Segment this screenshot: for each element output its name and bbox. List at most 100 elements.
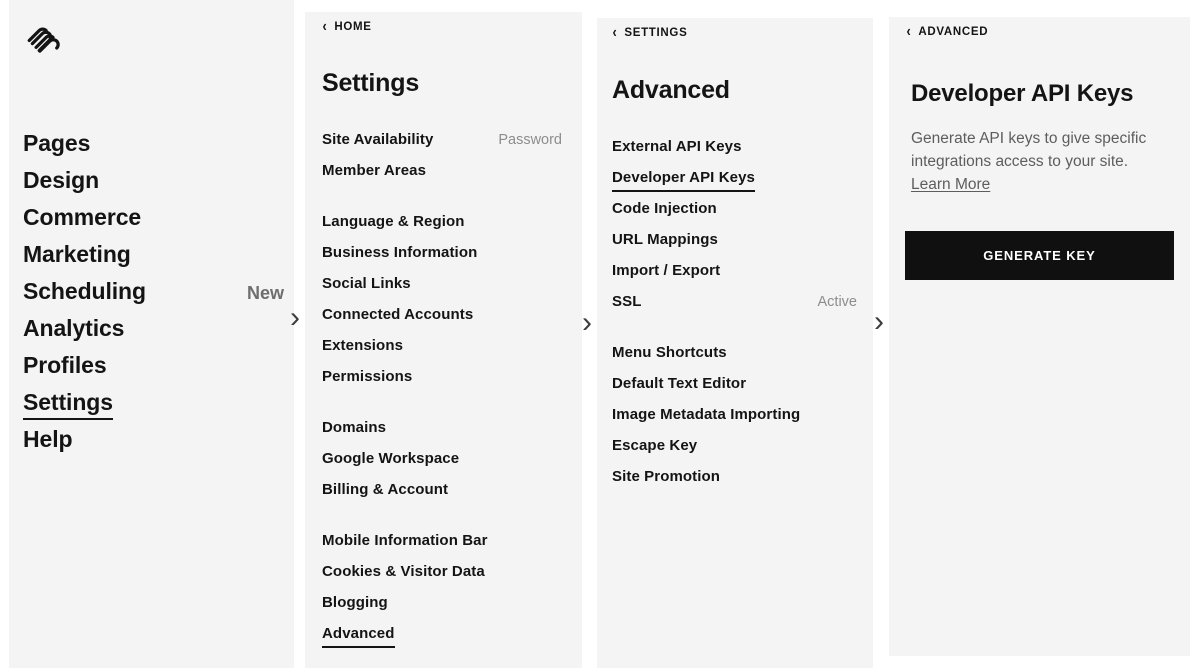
menu-item-external-api-keys[interactable]: External API Keys [612, 136, 857, 167]
menu-item-status: Password [498, 132, 562, 148]
menu-item-escape-key[interactable]: Escape Key [612, 435, 857, 466]
menu-item-label: Site Availability [322, 131, 434, 148]
menu-item-advanced[interactable]: Advanced [322, 623, 562, 654]
chevron-right-icon: › [582, 306, 592, 339]
menu-item-language-region[interactable]: Language & Region [322, 211, 562, 242]
chevron-left-icon: ‹ [612, 24, 617, 41]
panel-description-text: Generate API keys to give specific integ… [911, 130, 1147, 170]
sidebar-item-label: Commerce [23, 204, 142, 230]
page-title: Developer API Keys [911, 80, 1134, 107]
sidebar-item-settings[interactable]: Settings [23, 387, 288, 424]
chevron-right-icon: › [290, 301, 300, 334]
menu-item-import-export[interactable]: Import / Export [612, 260, 857, 291]
panel-description: Generate API keys to give specific integ… [911, 127, 1169, 196]
menu-item-permissions[interactable]: Permissions [322, 366, 562, 397]
learn-more-link[interactable]: Learn More [911, 176, 990, 193]
menu-item-label: Default Text Editor [612, 375, 747, 392]
menu-item-label: Mobile Information Bar [322, 532, 488, 549]
settings-menu-list: Site Availability Password Member Areas … [322, 129, 562, 654]
sidebar-item-commerce[interactable]: Commerce [23, 202, 288, 239]
back-link-label: HOME [334, 21, 372, 33]
menu-item-label: Blogging [322, 594, 388, 611]
menu-item-label: SSL [612, 293, 642, 310]
menu-item-label: Image Metadata Importing [612, 406, 801, 423]
menu-item-domains[interactable]: Domains [322, 417, 562, 448]
menu-item-label: Domains [322, 419, 387, 436]
menu-item-label: URL Mappings [612, 231, 718, 248]
sidebar-item-profiles[interactable]: Profiles [23, 350, 288, 387]
menu-item-status: Active [817, 294, 858, 310]
menu-group-site-config: Language & Region Business Information S… [322, 211, 562, 397]
back-to-settings-link[interactable]: ‹ SETTINGS [612, 25, 687, 41]
menu-item-code-injection[interactable]: Code Injection [612, 198, 857, 229]
sidebar-item-label: Scheduling [23, 278, 146, 304]
menu-item-label: Developer API Keys [612, 167, 755, 192]
menu-item-developer-api-keys[interactable]: Developer API Keys [612, 167, 857, 198]
sidebar-item-scheduling[interactable]: Scheduling New [23, 276, 288, 313]
menu-item-label: External API Keys [612, 138, 742, 155]
menu-item-label: Language & Region [322, 213, 465, 230]
menu-item-menu-shortcuts[interactable]: Menu Shortcuts [612, 342, 857, 373]
menu-item-label: Site Promotion [612, 468, 721, 485]
page-title: Advanced [612, 76, 730, 104]
generate-key-button[interactable]: GENERATE KEY [905, 231, 1174, 280]
sidebar-item-marketing[interactable]: Marketing [23, 239, 288, 276]
menu-item-image-metadata-importing[interactable]: Image Metadata Importing [612, 404, 857, 435]
menu-item-label: Social Links [322, 275, 411, 292]
menu-item-label: Import / Export [612, 262, 721, 279]
menu-group-domains-billing: Domains Google Workspace Billing & Accou… [322, 417, 562, 510]
menu-item-label: Advanced [322, 623, 395, 648]
menu-item-label: Member Areas [322, 162, 427, 179]
menu-group-api: External API Keys Developer API Keys Cod… [612, 136, 857, 322]
sidebar-item-pages[interactable]: Pages [23, 128, 288, 165]
menu-item-label: Google Workspace [322, 450, 460, 467]
sidebar-item-help[interactable]: Help [23, 424, 288, 461]
menu-item-site-availability[interactable]: Site Availability Password [322, 129, 562, 160]
back-to-advanced-link[interactable]: ‹ ADVANCED [906, 24, 988, 40]
menu-item-label: Permissions [322, 368, 413, 385]
advanced-panel: ‹ SETTINGS Advanced External API Keys De… [597, 18, 873, 668]
menu-item-billing-account[interactable]: Billing & Account [322, 479, 562, 510]
menu-item-connected-accounts[interactable]: Connected Accounts [322, 304, 562, 335]
sidebar-item-label: Profiles [23, 352, 107, 378]
menu-item-label: Menu Shortcuts [612, 344, 727, 361]
chevron-right-icon: › [874, 305, 884, 338]
menu-item-url-mappings[interactable]: URL Mappings [612, 229, 857, 260]
menu-item-label: Code Injection [612, 200, 717, 217]
home-nav-panel: Pages Design Commerce Marketing Scheduli… [9, 0, 294, 668]
menu-item-site-promotion[interactable]: Site Promotion [612, 466, 857, 497]
menu-item-extensions[interactable]: Extensions [322, 335, 562, 366]
sidebar-item-label: Help [23, 426, 73, 452]
squarespace-logo[interactable] [23, 18, 63, 58]
menu-group-editor-tools: Menu Shortcuts Default Text Editor Image… [612, 342, 857, 497]
menu-item-label: Business Information [322, 244, 478, 261]
back-to-home-link[interactable]: ‹ HOME [322, 19, 372, 35]
menu-item-business-information[interactable]: Business Information [322, 242, 562, 273]
settings-drilldown-screen: Pages Design Commerce Marketing Scheduli… [0, 0, 1200, 668]
menu-item-label: Escape Key [612, 437, 698, 454]
menu-item-default-text-editor[interactable]: Default Text Editor [612, 373, 857, 404]
sidebar-item-analytics[interactable]: Analytics [23, 313, 288, 350]
menu-item-member-areas[interactable]: Member Areas [322, 160, 562, 191]
developer-api-keys-panel: ‹ ADVANCED Developer API Keys Generate A… [889, 17, 1190, 656]
chevron-left-icon: ‹ [906, 23, 911, 40]
sidebar-item-badge-new: New [246, 283, 284, 303]
menu-item-label: Connected Accounts [322, 306, 474, 323]
menu-item-blogging[interactable]: Blogging [322, 592, 562, 623]
sidebar-item-design[interactable]: Design [23, 165, 288, 202]
menu-item-cookies-visitor-data[interactable]: Cookies & Visitor Data [322, 561, 562, 592]
menu-group-tools: Mobile Information Bar Cookies & Visitor… [322, 530, 562, 654]
back-link-label: ADVANCED [918, 26, 989, 38]
primary-nav-list: Pages Design Commerce Marketing Scheduli… [23, 128, 288, 461]
menu-item-label: Billing & Account [322, 481, 449, 498]
menu-item-social-links[interactable]: Social Links [322, 273, 562, 304]
menu-group-site: Site Availability Password Member Areas [322, 129, 562, 191]
menu-item-ssl[interactable]: SSL Active [612, 291, 857, 322]
settings-panel: ‹ HOME Settings Site Availability Passwo… [305, 12, 582, 668]
menu-item-label: Cookies & Visitor Data [322, 563, 485, 580]
advanced-menu-list: External API Keys Developer API Keys Cod… [612, 136, 857, 497]
menu-item-label: Extensions [322, 337, 404, 354]
back-link-label: SETTINGS [624, 27, 688, 39]
menu-item-mobile-information-bar[interactable]: Mobile Information Bar [322, 530, 562, 561]
menu-item-google-workspace[interactable]: Google Workspace [322, 448, 562, 479]
